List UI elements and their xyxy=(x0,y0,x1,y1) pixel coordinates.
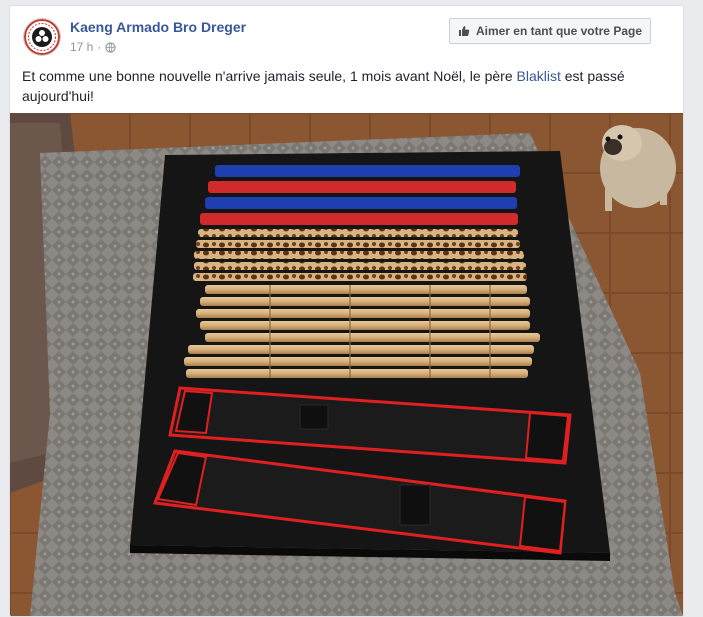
like-as-page-button[interactable]: Aimer en tant que votre Page xyxy=(448,18,651,44)
post-card: Kaeng Armado Bro Dreger 17 h · Aimer en … xyxy=(9,5,684,617)
like-as-page-label: Aimer en tant que votre Page xyxy=(475,24,642,38)
meta-separator: · xyxy=(97,40,102,54)
post-meta: 17 h · xyxy=(70,40,116,54)
post-photo[interactable] xyxy=(10,113,683,616)
thumbs-up-icon xyxy=(458,26,470,36)
page-avatar[interactable] xyxy=(23,18,61,56)
post-author[interactable]: Kaeng Armado Bro Dreger xyxy=(70,19,246,35)
globe-icon[interactable] xyxy=(105,41,116,53)
photo-image xyxy=(10,113,683,616)
post-text: Et comme une bonne nouvelle n'arrive jam… xyxy=(22,66,667,106)
mention-link[interactable]: Blaklist xyxy=(517,68,561,84)
page-logo xyxy=(24,19,60,55)
post-time[interactable]: 17 h xyxy=(70,40,93,54)
post-text-before: Et comme une bonne nouvelle n'arrive jam… xyxy=(22,68,517,84)
